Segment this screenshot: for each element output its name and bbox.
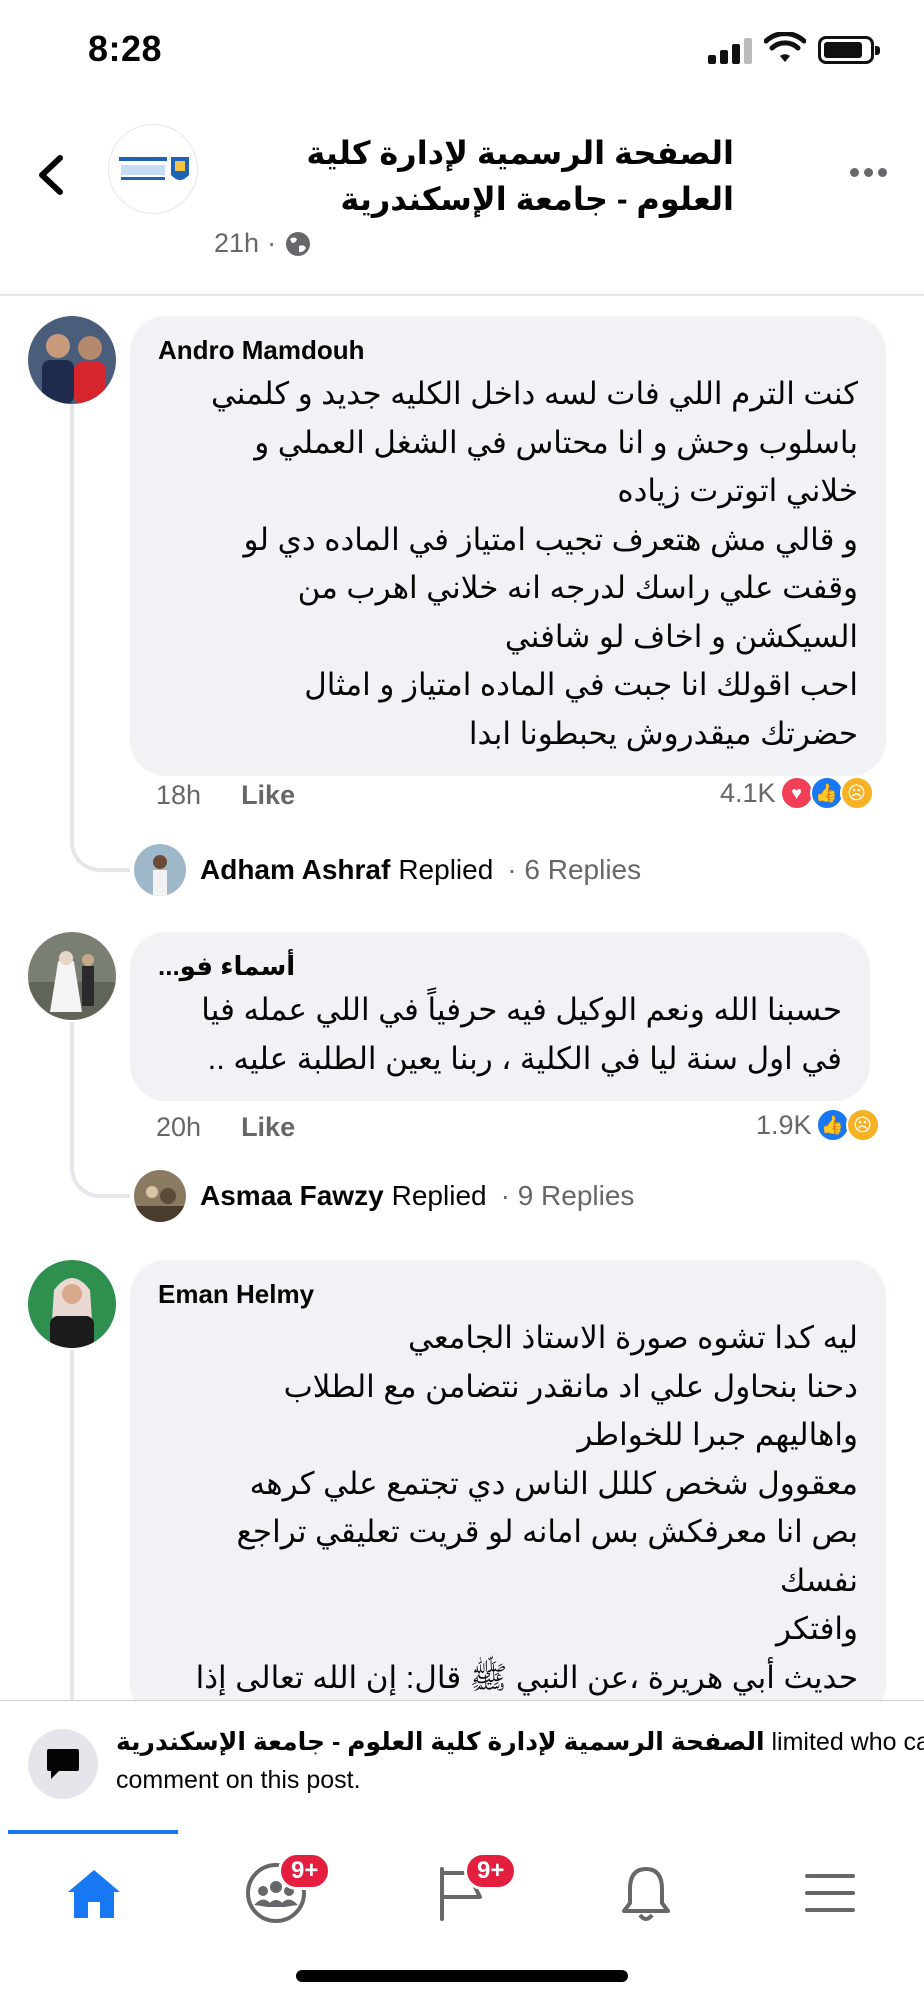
limit-message-2: comment on this post. [116,1766,361,1794]
avatar [134,844,186,896]
post-header: الصفحة الرسمية لإدارة كلية العلوم - جامع… [0,110,924,295]
comment-line: احب اقولك انا جبت في الماده امتياز و امث… [304,667,858,702]
replier-name: Adham Ashraf [200,854,391,885]
thread-connector [70,832,130,872]
replied-label: Replied [398,854,494,885]
comment-line: معقوول شخص كللل الناس دي تجتمع علي كرهه [249,1465,858,1501]
tab-bar: 9+ 9+ [0,1830,924,1950]
bell-icon [622,1867,670,1921]
limited-comments-text: الصفحة الرسمية لإدارة كلية العلوم - جامع… [116,1723,924,1799]
comment-time: 18h [156,780,202,810]
limited-comments-banner: الصفحة الرسمية لإدارة كلية العلوم - جامع… [0,1700,924,1830]
comment-bubble[interactable]: Eman Helmy ليه كدا تشوه صورة الاستاذ الج… [130,1260,886,1720]
comment-line: في اول سنة ليا في الكلية ، ربنا يعين الط… [207,1040,842,1076]
replier-name: Asmaa Fawzy [200,1180,384,1211]
more-options-icon[interactable] [850,162,890,182]
like-reaction-icon: 👍 [815,1108,850,1142]
comment-text: ليه كدا تشوه صورة الاستاذ الجامعي دحنا ب… [158,1314,858,1702]
replied-label: Replied [391,1180,487,1211]
page-title[interactable]: الصفحة الرسمية لإدارة كلية العلوم - جامع… [214,130,734,222]
comment-line: وقفت علي راسك لدرجه انه خلاني اهرب من [297,570,858,605]
meta-separator: · [267,228,277,258]
active-tab-indicator [8,1830,178,1834]
limit-page-name[interactable]: الصفحة الرسمية لإدارة كلية العلوم - جامع… [116,1728,765,1756]
replies-link[interactable]: Asmaa Fawzy Replied · 9 Replies [134,1170,634,1222]
home-icon [68,1870,120,1918]
tab-notifications[interactable] [596,1848,696,1938]
love-reaction-icon: ♥ [779,776,814,810]
post-time: 21h [214,228,260,258]
battery-icon [818,36,880,64]
comment-line: حديث أبي هريرة ،عن النبي ﷺ قال: إن الله … [195,1659,858,1695]
like-button[interactable]: Like [241,1112,295,1143]
comment-author[interactable]: Eman Helmy [158,1274,858,1314]
comment-actions: 18h Like [156,780,295,811]
comment-bubble[interactable]: Andro Mamdouh كنت الترم اللي فات لسه داخ… [130,316,886,776]
thread-connector [70,1158,130,1198]
back-arrow-icon[interactable] [32,150,72,200]
comment-author[interactable]: أسماء فو... [158,946,842,986]
comment-line: وافتكر [776,1611,858,1646]
tab-pages[interactable]: 9+ [412,1848,518,1938]
comment-line: السيكشن و اخاف لو شافني [504,618,858,654]
reaction-count: 1.9K [756,1109,812,1140]
pages-badge: 9+ [464,1852,518,1890]
tab-groups[interactable]: 9+ [226,1848,332,1938]
sad-reaction-icon: ☹ [845,1108,880,1142]
comment-bubble-icon [28,1729,98,1799]
comment-line: خلاني اتوترت زياده [617,473,858,508]
comment-line: واهاليهم جبرا للخواطر [577,1417,858,1452]
avatar[interactable] [28,932,116,1020]
reaction-count: 4.1K [720,777,776,808]
comment-time: 20h [156,1112,202,1142]
thread-line [70,1022,74,1170]
comment-line: حضرتك ميقدروش يحبطونا ابدا [468,715,858,751]
comment-line: حسبنا الله ونعم الوكيل فيه حرفياً في الل… [201,992,842,1027]
page-avatar[interactable] [108,124,198,214]
status-bar: 8:28 [0,0,924,100]
home-indicator[interactable] [296,1970,628,1982]
comment-line: نفسك [779,1562,858,1598]
menu-icon [805,1874,855,1912]
tab-menu[interactable] [780,1848,880,1938]
post-meta: 21h · [214,228,312,259]
avatar[interactable] [28,1260,116,1348]
reactions-summary[interactable]: 1.9K 👍 ☹ [756,1108,880,1142]
groups-badge: 9+ [278,1852,332,1890]
thread-line [70,402,74,842]
comment-line: كنت الترم اللي فات لسه داخل الكليه جديد … [210,376,858,411]
status-time: 8:28 [88,28,163,69]
comment-line: بص انا معرفكش بس امانه لو قريت تعليقي تر… [236,1514,858,1549]
comment-line: دحنا بنحاول علي اد مانقدر نتضامن مع الطل… [283,1368,858,1404]
avatar [134,1170,186,1222]
comment-actions: 20h Like [156,1112,295,1143]
wifi-icon [764,32,806,62]
comment-line: و قالي مش هتعرف تجيب امتياز في الماده دي… [243,521,859,557]
tab-home[interactable] [44,1848,144,1938]
reply-count: · 9 Replies [500,1180,635,1211]
avatar[interactable] [28,316,116,404]
comment-text: كنت الترم اللي فات لسه داخل الكليه جديد … [158,370,858,758]
comment-bubble[interactable]: أسماء فو... حسبنا الله ونعم الوكيل فيه ح… [130,932,870,1101]
thread-line [70,1350,74,1710]
comment-text: حسبنا الله ونعم الوكيل فيه حرفياً في الل… [158,986,842,1083]
like-button[interactable]: Like [241,780,295,811]
like-reaction-icon: 👍 [809,776,844,810]
comment-line: ليه كدا تشوه صورة الاستاذ الجامعي [408,1320,858,1355]
reply-count: · 6 Replies [507,854,642,885]
reactions-summary[interactable]: 4.1K ♥ 👍 ☹ [720,776,874,810]
header-divider [0,294,924,296]
comment-line: باسلوب وحش و انا محتاس في الشغل العملي و [254,424,858,460]
university-logo-icon [119,157,189,180]
limit-message-1: limited who can [771,1728,924,1756]
replies-link[interactable]: Adham Ashraf Replied · 6 Replies [134,844,641,896]
comment-author[interactable]: Andro Mamdouh [158,330,858,370]
signal-icon [708,38,754,64]
sad-reaction-icon: ☹ [839,776,874,810]
globe-icon [286,231,311,256]
